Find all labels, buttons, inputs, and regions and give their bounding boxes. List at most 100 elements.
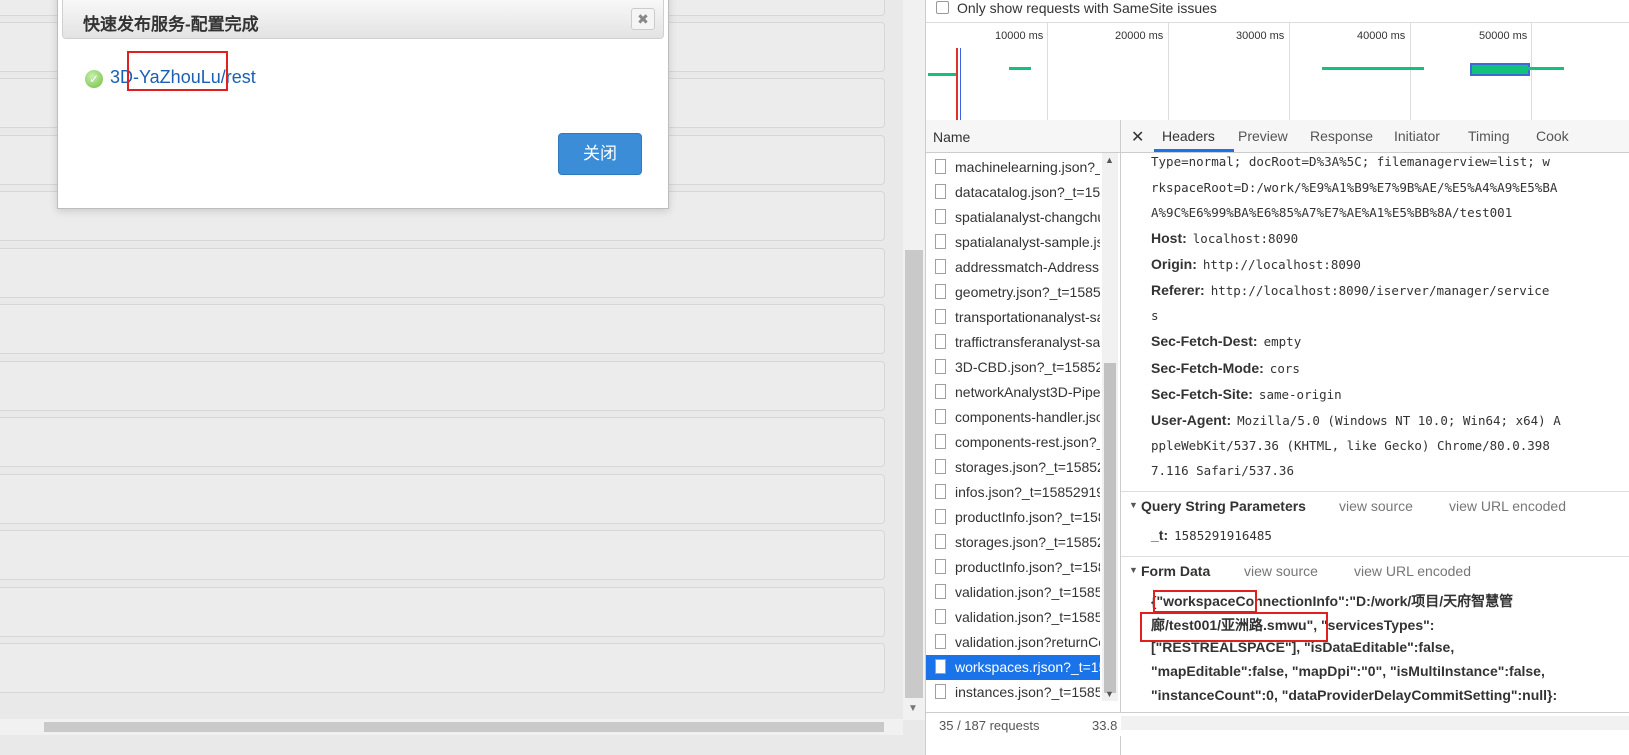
form-data-line: "instanceCount":0, "dataProviderDelayCom… — [1151, 687, 1558, 703]
request-row[interactable]: storages.json?_t=1585291916485 — [926, 530, 1100, 555]
close-button[interactable]: 关闭 — [558, 133, 642, 175]
request-row[interactable]: 3D-CBD.json?_t=1585291916485 — [926, 355, 1100, 380]
request-name: spatialanalyst-sample.json — [955, 234, 1100, 250]
scrollbar-thumb[interactable] — [44, 722, 884, 732]
view-url-encoded-link[interactable]: view URL encoded — [1354, 563, 1471, 579]
list-row[interactable] — [0, 361, 885, 411]
request-name: addressmatch-Address — [955, 259, 1099, 275]
view-url-encoded-link[interactable]: view URL encoded — [1449, 498, 1566, 514]
close-icon[interactable]: ✕ — [1131, 127, 1144, 147]
management-page: ▼ 快速发布服务-配置完成 ✖ ✓ 3D-YaZhouLu/rest 关闭 — [0, 0, 925, 755]
list-row[interactable] — [0, 643, 885, 693]
form-data-line: "mapEditable":false, "mapDpi":"0", "isMu… — [1151, 663, 1545, 679]
timeline-gridline — [1047, 23, 1048, 121]
dialog-header: 快速发布服务-配置完成 ✖ — [62, 0, 664, 39]
active-tab-indicator — [1154, 149, 1234, 152]
expand-triangle-icon[interactable]: ▼ — [1129, 565, 1138, 575]
scroll-down-icon[interactable]: ▼ — [1105, 689, 1114, 699]
request-name: productInfo.json?_t=1585291916485 — [955, 559, 1100, 575]
query-string-section[interactable]: ▼ Query String Parameters view source vi… — [1121, 491, 1629, 520]
form-data-section[interactable]: ▼ Form Data view source view URL encoded — [1121, 556, 1629, 585]
timeline-tick-label: 10000 ms — [995, 30, 1044, 42]
request-name: traffictransferanalyst-sample — [955, 334, 1100, 350]
file-icon — [935, 309, 946, 324]
cookie-header-line: rkspaceRoot=D:/work/%E9%A1%B9%E7%9B%AE/%… — [1151, 180, 1558, 195]
page-horizontal-scrollbar[interactable] — [0, 719, 903, 735]
list-row[interactable] — [0, 474, 885, 524]
request-bar — [1322, 67, 1424, 70]
request-row[interactable]: networkAnalyst3D-Pipe — [926, 380, 1100, 405]
tab-initiator[interactable]: Initiator — [1394, 128, 1440, 144]
request-row[interactable]: productInfo.json?_t=1585291916485 — [926, 505, 1100, 530]
load-event-line — [956, 48, 958, 121]
scroll-down-icon[interactable]: ▼ — [908, 703, 918, 714]
request-name: transportationanalyst-sample — [955, 309, 1100, 325]
header-sec-fetch-mode: Sec-Fetch-Mode: cors — [1151, 360, 1300, 376]
request-name: validation.json?returnContent — [955, 634, 1100, 650]
samesite-checkbox[interactable] — [936, 1, 949, 14]
request-row[interactable]: traffictransferanalyst-sample — [926, 330, 1100, 355]
request-row[interactable]: workspaces.rjson?_t=1585291916485 — [926, 655, 1100, 680]
publish-complete-dialog: 快速发布服务-配置完成 ✖ ✓ 3D-YaZhouLu/rest 关闭 — [57, 0, 669, 209]
tab-timing[interactable]: Timing — [1468, 128, 1510, 144]
detail-horizontal-scrollbar[interactable] — [1121, 716, 1629, 730]
file-icon — [935, 584, 946, 599]
request-row[interactable]: addressmatch-Address — [926, 255, 1100, 280]
request-row[interactable]: instances.json?_t=1585291916485 — [926, 680, 1100, 705]
network-overview-timeline[interactable]: 10000 ms 20000 ms 30000 ms 40000 ms 5000… — [926, 22, 1629, 122]
list-row[interactable] — [0, 587, 885, 637]
request-row[interactable]: spatialanalyst-sample.json — [926, 230, 1100, 255]
annotation-box — [1153, 590, 1257, 613]
scrollbar-thumb[interactable] — [905, 250, 923, 698]
list-row[interactable] — [0, 530, 885, 580]
list-row[interactable] — [0, 304, 885, 354]
query-param: _t: 1585291916485 — [1151, 527, 1272, 543]
request-name: components-handler.json — [955, 409, 1100, 425]
close-icon[interactable]: ✖ — [631, 8, 655, 30]
request-list: Name machinelearning.json?_t=15852919164… — [926, 120, 1121, 755]
view-source-link[interactable]: view source — [1244, 563, 1318, 579]
file-icon — [935, 259, 946, 274]
request-list-scrollbar[interactable]: ▲ ▼ — [1102, 153, 1118, 701]
tab-headers[interactable]: Headers — [1162, 128, 1215, 144]
file-icon — [935, 234, 946, 249]
header-origin: Origin: http://localhost:8090 — [1151, 256, 1361, 272]
name-column-header[interactable]: Name — [926, 120, 1120, 153]
section-title: Query String Parameters — [1141, 498, 1306, 514]
request-row[interactable]: components-rest.json?_t=1585 — [926, 430, 1100, 455]
request-name: 3D-CBD.json?_t=1585291916485 — [955, 359, 1100, 375]
scrollbar-thumb[interactable] — [1104, 363, 1116, 693]
request-bar — [928, 73, 956, 76]
request-row[interactable]: geometry.json?_t=1585291916485 — [926, 280, 1100, 305]
request-row[interactable]: storages.json?_t=1585291916485 — [926, 455, 1100, 480]
request-name: geometry.json?_t=1585291916485 — [955, 284, 1100, 300]
request-row[interactable]: infos.json?_t=1585291916485 — [926, 480, 1100, 505]
view-source-link[interactable]: view source — [1339, 498, 1413, 514]
request-row[interactable]: validation.json?_t=1585291916485 — [926, 605, 1100, 630]
file-icon — [935, 534, 946, 549]
samesite-filter[interactable]: Only show requests with SameSite issues — [926, 0, 1629, 20]
request-row[interactable]: validation.json?returnContent — [926, 630, 1100, 655]
request-row[interactable]: productInfo.json?_t=1585291916485 — [926, 555, 1100, 580]
tab-response[interactable]: Response — [1310, 128, 1373, 144]
timeline-tick-label: 50000 ms — [1479, 30, 1528, 42]
request-row[interactable]: datacatalog.json?_t=1585291916485 — [926, 180, 1100, 205]
expand-triangle-icon[interactable]: ▼ — [1129, 500, 1138, 510]
request-bar — [1528, 67, 1564, 70]
request-row[interactable]: machinelearning.json?_t=1585291916485 — [926, 155, 1100, 180]
page-vertical-scrollbar[interactable]: ▼ — [903, 0, 925, 720]
request-row[interactable]: spatialanalyst-changchun — [926, 205, 1100, 230]
request-row[interactable]: components-handler.json — [926, 405, 1100, 430]
request-name: networkAnalyst3D-Pipe — [955, 384, 1100, 400]
request-row[interactable]: validation.json?_t=1585291916485 — [926, 580, 1100, 605]
request-row[interactable]: transportationanalyst-sample — [926, 305, 1100, 330]
request-name: spatialanalyst-changchun — [955, 209, 1100, 225]
file-icon — [935, 284, 946, 299]
list-row[interactable] — [0, 248, 885, 298]
tab-preview[interactable]: Preview — [1238, 128, 1288, 144]
list-row[interactable] — [0, 417, 885, 467]
tab-cookies[interactable]: Cook — [1536, 128, 1569, 144]
request-bar-selected — [1470, 63, 1530, 76]
scroll-up-icon[interactable]: ▲ — [1105, 155, 1114, 165]
file-icon — [935, 659, 946, 674]
